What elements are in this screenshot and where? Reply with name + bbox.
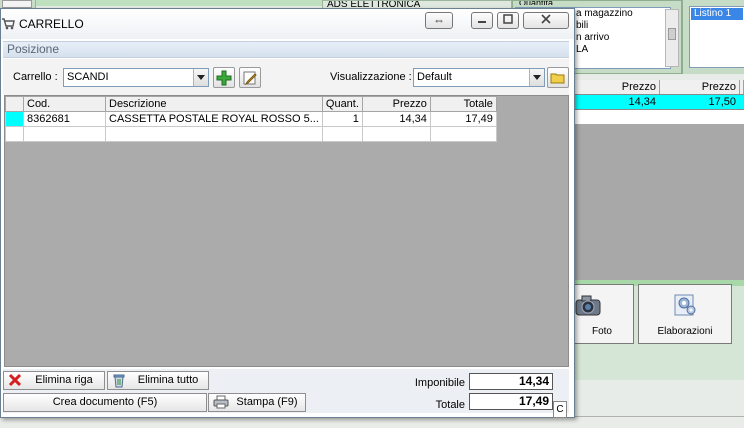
table-row[interactable]	[568, 110, 744, 124]
title-bar[interactable]: CARRELLO ⇔	[1, 9, 574, 39]
maximize-icon	[503, 14, 513, 24]
grid-cell: 14,34	[568, 95, 660, 109]
visualizzazione-select[interactable]: Default	[413, 68, 545, 87]
background-price-list-panel: Listino 1	[682, 0, 744, 74]
resize-arrows-button[interactable]: ⇔	[425, 12, 453, 29]
visualizzazione-label: Visualizzazione :	[330, 71, 412, 83]
edit-cart-button[interactable]	[239, 67, 261, 88]
cart-table: Cod. Descrizione Quant. Prezzo Totale 83…	[5, 96, 497, 142]
column-header-prezzo[interactable]: Prezzo	[361, 96, 431, 112]
carrello-label: Carrello :	[13, 71, 58, 83]
row-indicator-header	[5, 96, 24, 112]
table-row-new[interactable]	[5, 126, 497, 142]
grid-cell	[740, 95, 744, 109]
background-grid: Prezzo Prezzo 14,34 17,50	[568, 80, 744, 280]
cell-empty	[361, 126, 431, 142]
cart-app-icon	[1, 16, 15, 30]
minimize-button[interactable]	[471, 12, 493, 29]
printer-icon	[213, 395, 229, 409]
camera-icon	[573, 293, 603, 317]
cell-cod: 8362681	[23, 111, 106, 127]
gears-icon	[670, 293, 700, 317]
cell-totale: 17,49	[429, 111, 497, 127]
edit-icon	[243, 71, 257, 86]
section-title: Posizione	[7, 42, 60, 56]
column-header-cod[interactable]: Cod.	[23, 96, 106, 112]
totale-value: 17,49	[469, 393, 553, 410]
elaborazioni-button[interactable]: Elaborazioni	[638, 284, 732, 344]
background-grid-header: Prezzo Prezzo	[568, 80, 744, 95]
quantity-header: Quantità	[513, 1, 681, 5]
action-bar: Elimina riga Elimina tutto Crea document…	[3, 369, 569, 413]
row-indicator[interactable]	[5, 126, 24, 142]
close-icon	[541, 14, 551, 24]
cell-empty	[429, 126, 497, 142]
add-cart-button[interactable]	[213, 67, 235, 88]
cell-quant: 1	[321, 111, 363, 127]
folder-icon	[550, 73, 565, 84]
plus-icon	[216, 70, 232, 86]
carrello-select-value: SCANDI	[67, 71, 109, 83]
currency-button[interactable]: C	[553, 401, 567, 418]
stampa-button[interactable]: Stampa (F9)	[208, 393, 306, 412]
cart-grid[interactable]: Cod. Descrizione Quant. Prezzo Totale 83…	[4, 95, 569, 367]
totale-label: Totale	[435, 399, 465, 411]
table-row[interactable]: 14,34 17,50	[568, 95, 744, 110]
price-list-selected-item[interactable]: Listino 1	[691, 8, 743, 20]
close-button[interactable]	[523, 12, 569, 29]
grid-cell: 17,50	[660, 95, 740, 109]
cell-empty	[105, 126, 323, 142]
window-title: CARRELLO	[19, 17, 84, 31]
dropdown-arrow[interactable]	[193, 69, 208, 86]
section-header: Posizione	[3, 41, 569, 58]
background-left-tab[interactable]	[2, 0, 32, 8]
minimize-icon	[478, 21, 486, 23]
cell-prezzo: 14,34	[361, 111, 431, 127]
cell-empty	[23, 126, 106, 142]
column-header-totale[interactable]: Totale	[429, 96, 497, 112]
elimina-tutto-label: Elimina tutto	[137, 374, 199, 386]
imponibile-label: Imponibile	[414, 377, 465, 389]
visualizzazione-select-value: Default	[417, 71, 452, 83]
crea-documento-label: Crea documento (F5)	[52, 396, 158, 408]
carrello-window: CARRELLO ⇔ Posizione Carrello : SCANDI V…	[0, 8, 575, 418]
column-header-descrizione[interactable]: Descrizione	[105, 96, 323, 112]
table-header-row: Cod. Descrizione Quant. Prezzo Totale	[5, 96, 497, 112]
cell-descrizione: CASSETTA POSTALE ROYAL ROSSO 5...	[105, 111, 323, 127]
toolbar: Carrello : SCANDI Visualizzazione : Defa…	[3, 59, 569, 95]
table-row[interactable]: 8362681 CASSETTA POSTALE ROYAL ROSSO 5..…	[5, 111, 497, 127]
quantity-scrollbar[interactable]	[665, 9, 679, 67]
elimina-riga-button[interactable]: Elimina riga	[3, 371, 105, 390]
cell-empty	[321, 126, 363, 142]
elimina-riga-label: Elimina riga	[35, 374, 93, 386]
carrello-select[interactable]: SCANDI	[63, 68, 209, 87]
column-header[interactable]: Prezzo	[568, 80, 660, 94]
column-header[interactable]	[740, 80, 744, 94]
scrollbar-thumb[interactable]	[668, 28, 676, 40]
open-folder-button[interactable]	[547, 67, 569, 88]
price-list-listbox[interactable]: Listino 1	[689, 6, 744, 68]
trash-icon	[113, 374, 125, 388]
column-header[interactable]: Prezzo	[660, 80, 740, 94]
elaborazioni-label: Elaborazioni	[657, 326, 713, 337]
chevron-down-icon	[197, 75, 205, 80]
double-arrow-icon: ⇔	[433, 13, 445, 27]
elimina-tutto-button[interactable]: Elimina tutto	[107, 371, 209, 390]
column-header-quant[interactable]: Quant.	[321, 96, 363, 112]
maximize-button[interactable]	[497, 12, 519, 29]
chevron-down-icon	[533, 75, 541, 80]
dropdown-arrow[interactable]	[529, 69, 544, 86]
imponibile-value: 14,34	[469, 373, 553, 390]
row-indicator[interactable]	[5, 111, 24, 127]
crea-documento-button[interactable]: Crea documento (F5)	[3, 393, 207, 412]
delete-x-icon	[8, 373, 22, 387]
